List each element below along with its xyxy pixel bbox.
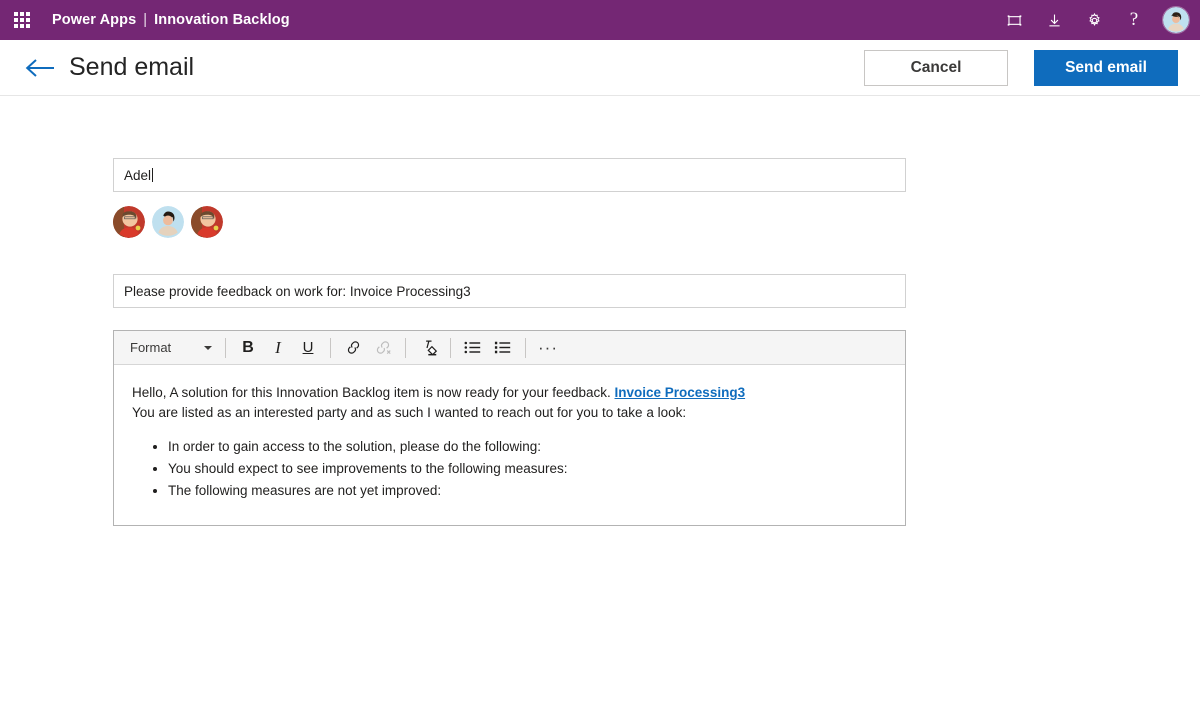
to-label: To <box>0 158 129 173</box>
waffle-grid <box>14 12 30 28</box>
subject-field-row: Subject Please provide feedback on work … <box>0 274 1200 308</box>
email-body-content[interactable]: Hello, A solution for this Innovation Ba… <box>114 365 905 525</box>
clear-formatting-icon[interactable] <box>413 335 443 361</box>
subject-field-wrap: Please provide feedback on work for: Inv… <box>113 274 906 308</box>
list-item: In order to gain access to the solution,… <box>168 437 887 457</box>
toolbar-divider <box>405 337 406 358</box>
cancel-button[interactable]: Cancel <box>864 49 1008 86</box>
brand-name: Power Apps <box>52 12 137 28</box>
user-profile-avatar[interactable] <box>1162 6 1190 34</box>
app-launcher-waffle-icon[interactable] <box>8 6 36 34</box>
settings-gear-icon[interactable] <box>1076 2 1112 38</box>
to-input-value: Adel <box>124 167 152 183</box>
help-glyph: ? <box>1129 9 1139 30</box>
invoice-processing-link[interactable]: Invoice Processing3 <box>615 385 746 400</box>
body-paragraph-2: You are listed as an interested party an… <box>132 405 687 420</box>
subject-label: Subject <box>0 274 163 289</box>
format-dropdown[interactable]: Format <box>120 335 218 361</box>
suite-actions: ? <box>996 2 1190 38</box>
list-item[interactable] <box>152 206 184 238</box>
rich-text-editor: Format B I U ··· Hello, A solution for t… <box>113 330 906 526</box>
toolbar-divider <box>330 337 331 358</box>
to-field-row: To Adel <box>0 158 1200 238</box>
body-bullet-list: In order to gain access to the solution,… <box>132 437 887 501</box>
page-title: Send email <box>69 53 195 81</box>
to-input[interactable]: Adel <box>113 158 906 192</box>
download-icon[interactable] <box>1036 2 1072 38</box>
body-field-wrap: Format B I U ··· Hello, A solution for t… <box>113 330 906 526</box>
toolbar-divider <box>450 337 451 358</box>
overflow-menu-button[interactable]: ··· <box>533 335 563 361</box>
send-email-button[interactable]: Send email <box>1034 49 1178 86</box>
unlink-icon <box>368 335 398 361</box>
brand-separator: | <box>143 12 148 28</box>
recipient-suggestions <box>113 206 906 238</box>
italic-button[interactable]: I <box>263 335 293 361</box>
text-cursor <box>152 168 154 182</box>
subject-input[interactable]: Please provide feedback on work for: Inv… <box>113 274 906 308</box>
help-icon[interactable]: ? <box>1116 2 1152 38</box>
app-name: Innovation Backlog <box>154 12 290 28</box>
format-dropdown-label: Format <box>130 340 172 355</box>
list-item[interactable] <box>113 206 145 238</box>
body-line1-text: Hello, A solution for this Innovation Ba… <box>132 385 615 400</box>
toolbar-divider <box>225 337 226 358</box>
screenshot-icon[interactable] <box>996 2 1032 38</box>
command-bar: Send email Cancel Send email <box>0 40 1200 96</box>
body-label: Body <box>0 330 147 345</box>
list-item: You should expect to see improvements to… <box>168 459 887 479</box>
suite-header-bar: Power Apps | Innovation Backlog ? <box>0 0 1200 40</box>
link-icon[interactable] <box>338 335 368 361</box>
brand-breadcrumb[interactable]: Power Apps | Innovation Backlog <box>52 12 290 28</box>
list-item[interactable] <box>191 206 223 238</box>
command-bar-actions: Cancel Send email <box>864 49 1178 86</box>
editor-toolbar: Format B I U ··· <box>114 331 905 365</box>
to-field-wrap: Adel <box>113 158 906 238</box>
chevron-down-icon <box>204 345 212 350</box>
underline-button[interactable]: U <box>293 335 323 361</box>
back-arrow-icon[interactable] <box>20 48 60 88</box>
body-field-row: Body Format B I U <box>0 330 1200 526</box>
email-form: To Adel <box>0 96 1200 526</box>
body-paragraph-1: Hello, A solution for this Innovation Ba… <box>132 383 887 403</box>
bulleted-list-icon[interactable] <box>458 335 488 361</box>
bold-button[interactable]: B <box>233 335 263 361</box>
toolbar-divider <box>525 337 526 358</box>
numbered-list-icon[interactable] <box>488 335 518 361</box>
list-item: The following measures are not yet impro… <box>168 481 887 501</box>
